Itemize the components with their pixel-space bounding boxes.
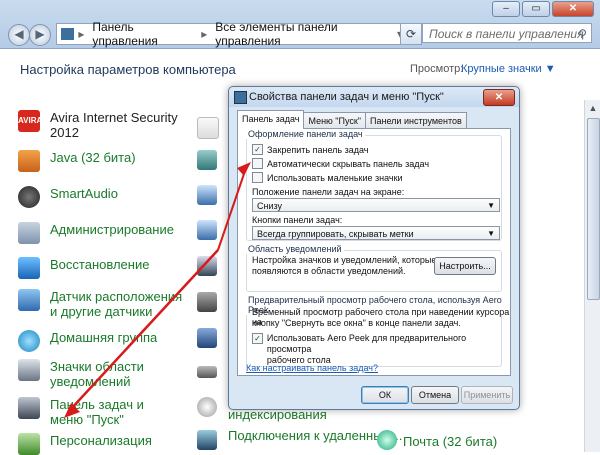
close-button[interactable]: ✕ [552, 1, 594, 17]
taskbar-buttons-select[interactable]: Всегда группировать, скрывать метки ▼ [252, 226, 500, 240]
notify-description: Настройка значков и уведомлений, которые [252, 255, 437, 265]
ok-button[interactable]: ОК [361, 386, 409, 404]
search-icon[interactable]: ⚲ [578, 24, 587, 44]
taskbar-properties-dialog: Свойства панели задач и меню "Пуск" ✕ Па… [228, 86, 520, 410]
position-label: Положение панели задач на экране: [252, 187, 405, 197]
search-placeholder: Поиск в панели управления [429, 27, 584, 41]
group-title: Оформление панели задач [246, 129, 365, 139]
back-button[interactable]: ◀ [8, 24, 30, 46]
dialog-title: Свойства панели задач и меню "Пуск" [229, 87, 519, 107]
cp-item-location-sensors[interactable]: Датчик расположения и другие датчики [18, 289, 190, 319]
view-mode-dropdown[interactable]: Крупные значки ▼ [461, 63, 556, 75]
document-icon[interactable] [197, 117, 219, 139]
breadcrumb-separator: ▸ [201, 27, 208, 41]
tab-toolbars[interactable]: Панели инструментов [365, 112, 467, 129]
cp-item-label: Avira Internet Security 2012 [50, 110, 178, 140]
scroll-up-icon[interactable]: ▲ [585, 100, 600, 116]
admin-tools-icon [18, 222, 40, 244]
cp-item-java[interactable]: Java (32 бита) [18, 150, 136, 172]
avira-icon: AVIRA [18, 110, 42, 132]
cp-item-label: Восстановление [50, 257, 150, 272]
dialog-tabs: Панель задач Меню "Пуск" Панели инструме… [237, 110, 467, 129]
chevron-down-icon: ▼ [487, 229, 495, 238]
keyboard-icon[interactable] [197, 366, 217, 378]
window-titlebar: – ▭ ✕ ◀ ▶ ▸ Панель управления ▸ Все элем… [0, 0, 600, 49]
page-title: Настройка параметров компьютера [20, 62, 236, 77]
checkbox-checked-icon: ✓ [252, 333, 263, 344]
cp-item-label: Датчик расположения и другие датчики [50, 289, 183, 319]
breadcrumb-separator: ▸ [78, 27, 85, 41]
cp-item-administration[interactable]: Администрирование [18, 222, 174, 244]
chevron-down-icon: ▼ [487, 201, 495, 210]
cp-item-label: Значки области уведомлений [50, 359, 144, 389]
tab-taskbar[interactable]: Панель задач [237, 110, 305, 129]
customize-button[interactable]: Настроить... [434, 257, 496, 275]
notification-area-icon [18, 359, 40, 381]
peek-description: кнопку "Свернуть все окна" в конце панел… [252, 318, 461, 328]
taskbar-position-select[interactable]: Снизу ▼ [252, 198, 500, 212]
cancel-button[interactable]: Отмена [411, 386, 459, 404]
headphones-icon [18, 186, 40, 208]
monitor-icon[interactable] [197, 256, 217, 276]
homegroup-icon [18, 330, 40, 352]
search-input[interactable]: Поиск в панели управления ⚲ [422, 23, 592, 43]
cp-item-mail[interactable]: Почта (32 бита) [403, 434, 497, 449]
minimize-button[interactable]: – [492, 1, 520, 17]
remote-connection-icon[interactable] [197, 430, 217, 450]
tab-panel: Оформление панели задач ✓ Закрепить панел… [237, 128, 511, 376]
checkbox-icon [252, 172, 263, 183]
buttons-label: Кнопки панели задач: [252, 215, 343, 225]
cp-item-label: Администрирование [50, 222, 174, 237]
lock-taskbar-checkbox[interactable]: ✓ Закрепить панель задач [252, 144, 368, 155]
breadcrumb-all-items[interactable]: Все элементы панели управления [215, 20, 397, 48]
view-label: Просмотр: [410, 63, 464, 75]
program-icon[interactable] [197, 220, 217, 240]
checkbox-checked-icon: ✓ [252, 144, 263, 155]
aero-peek-checkbox[interactable]: ✓ Использовать Aero Peek для предваритель… [252, 333, 510, 366]
cp-item-label: Панель задач и меню "Пуск" [50, 397, 144, 427]
scrollbar-thumb[interactable] [587, 118, 600, 300]
cp-item-taskbar-start[interactable]: Панель задач и меню "Пуск" [18, 397, 180, 427]
maximize-button[interactable]: ▭ [522, 1, 550, 17]
forward-button[interactable]: ▶ [29, 24, 51, 46]
device-icon[interactable] [197, 292, 217, 312]
vertical-scrollbar[interactable]: ▲ [584, 100, 600, 452]
cp-item-homegroup[interactable]: Домашняя группа [18, 330, 157, 352]
breadcrumb-control-panel[interactable]: Панель управления [92, 20, 197, 48]
refresh-icon[interactable]: ⟳ [400, 23, 422, 45]
control-panel-icon [61, 28, 75, 40]
checkbox-icon [252, 158, 263, 169]
autohide-checkbox[interactable]: Автоматически скрывать панель задач [252, 158, 429, 169]
java-icon [18, 150, 40, 172]
dialog-close-button[interactable]: ✕ [483, 89, 515, 106]
tab-start-menu[interactable]: Меню "Пуск" [303, 112, 367, 129]
network-icon[interactable] [197, 328, 217, 348]
notify-description: появляются в области уведомлений. [252, 266, 406, 276]
cp-item-recovery[interactable]: Восстановление [18, 257, 149, 279]
cp-item-label: Java (32 бита) [50, 150, 136, 165]
phone-icon[interactable] [197, 150, 217, 170]
apply-button[interactable]: Применить [461, 386, 513, 404]
program-icon[interactable] [197, 185, 217, 205]
cp-item-smartaudio[interactable]: SmartAudio [18, 186, 118, 208]
window-controls: – ▭ ✕ [492, 1, 594, 17]
group-title: Область уведомлений [246, 244, 344, 254]
taskbar-icon [18, 397, 40, 419]
cp-item-label: Домашняя группа [50, 330, 158, 345]
cp-item-label: SmartAudio [50, 186, 118, 201]
cp-item-notification-icons[interactable]: Значки области уведомлений [18, 359, 150, 389]
help-link[interactable]: Как настраивать панель задач? [246, 363, 378, 373]
address-bar[interactable]: ▸ Панель управления ▸ Все элементы панел… [56, 20, 408, 48]
search-index-icon[interactable] [197, 397, 217, 417]
mail-icon[interactable] [377, 430, 397, 450]
sensor-icon [18, 289, 40, 311]
taskbar-icon [234, 91, 247, 104]
small-icons-checkbox[interactable]: Использовать маленькие значки [252, 172, 403, 183]
cp-item-avira[interactable]: AVIRA Avira Internet Security 2012 [18, 110, 190, 140]
recovery-icon [18, 257, 40, 279]
cp-item-label: Персонализация [50, 433, 152, 448]
